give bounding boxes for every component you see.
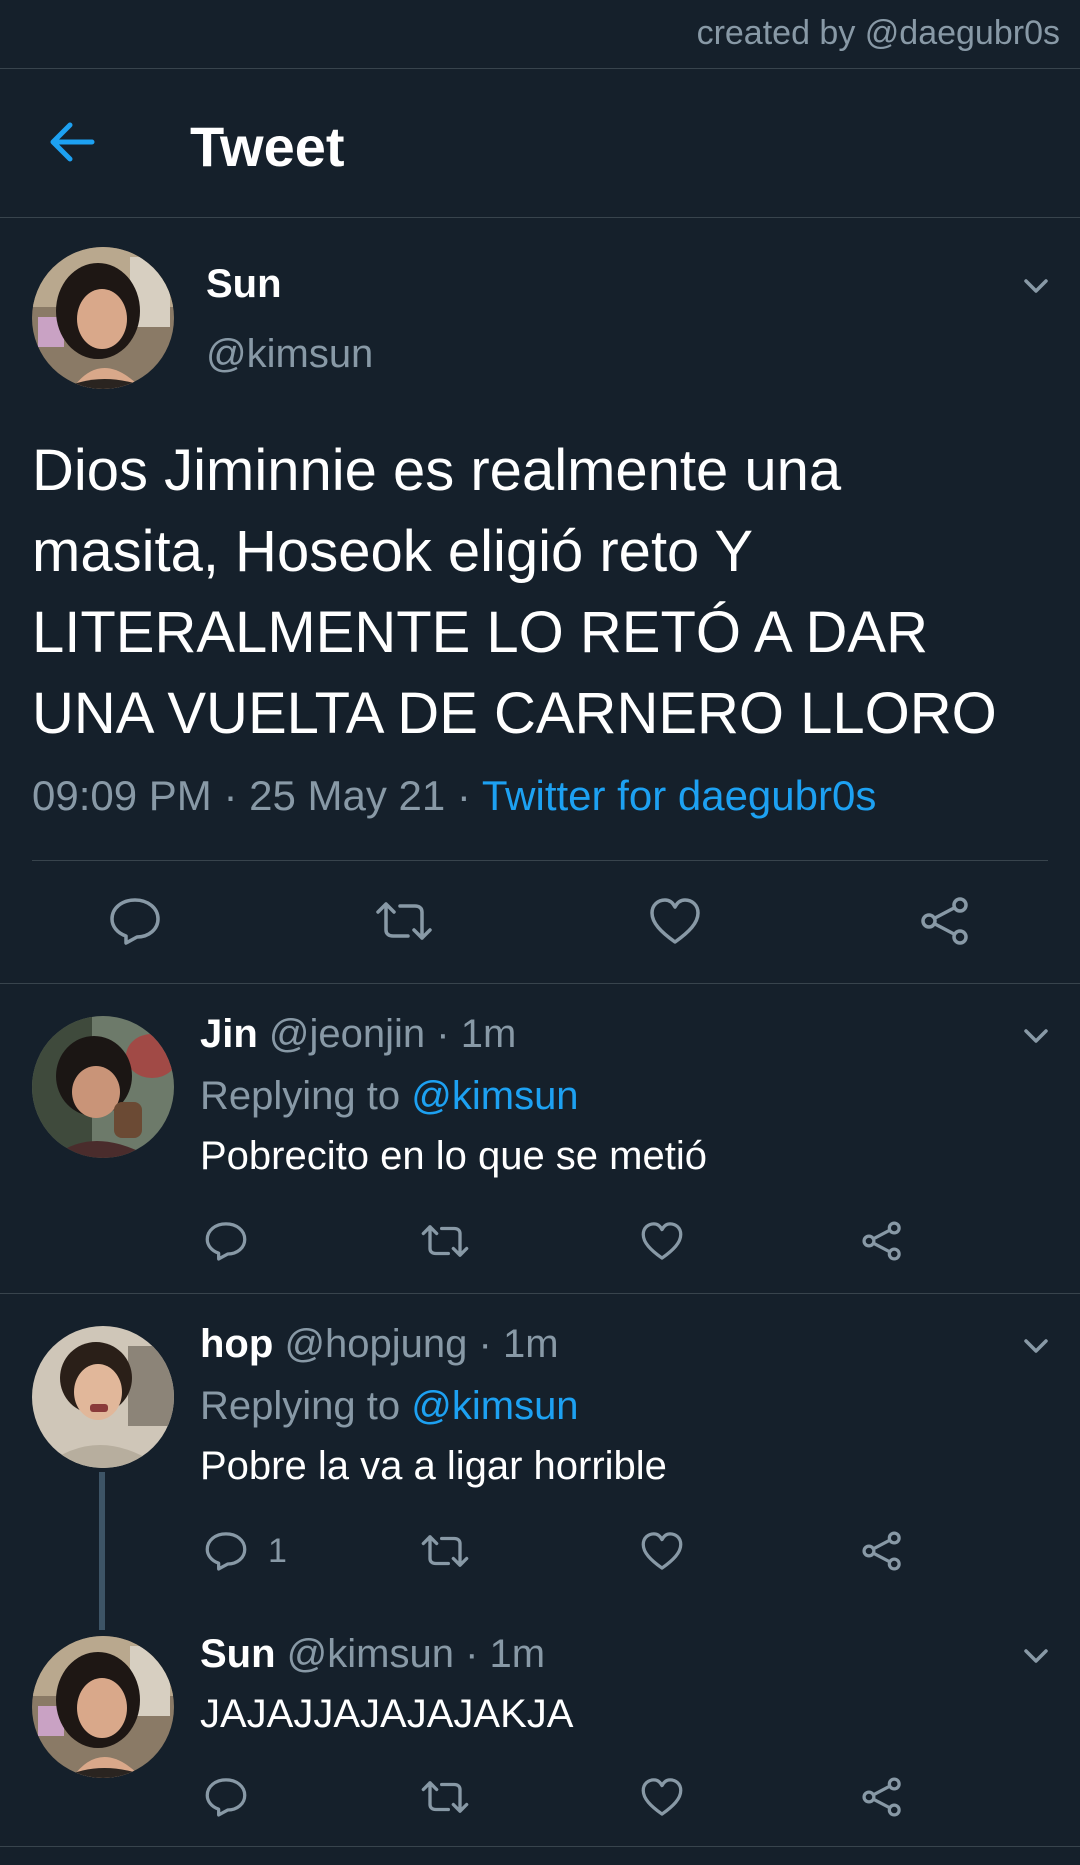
reply-time: · 1m — [478, 1322, 559, 1366]
tweet-source-link[interactable]: Twitter for daegubr0s — [482, 772, 877, 819]
heart-icon — [641, 1532, 683, 1570]
replying-to-link[interactable]: @kimsun — [411, 1074, 578, 1118]
reply-time: · 1m — [465, 1632, 546, 1676]
avatar[interactable] — [32, 247, 174, 389]
reply-text: Pobrecito en lo que se metió — [200, 1134, 707, 1178]
reply-button[interactable] — [204, 1220, 248, 1262]
retweet-icon — [421, 1225, 469, 1257]
retweet-button[interactable] — [420, 1530, 470, 1572]
author-name[interactable]: hop — [200, 1322, 273, 1366]
thread-line — [99, 1472, 105, 1630]
chevron-down-icon — [1024, 1649, 1048, 1663]
like-button[interactable] — [648, 896, 702, 946]
reply-icon — [205, 1532, 247, 1571]
reply-icon — [205, 1222, 247, 1261]
retweet-button[interactable] — [420, 1220, 470, 1262]
author-name[interactable]: Sun — [206, 262, 282, 307]
author-handle[interactable]: @kimsun — [206, 332, 373, 377]
replying-to: Replying to @kimsun — [200, 1384, 579, 1429]
divider — [0, 983, 1080, 984]
like-button[interactable] — [640, 1220, 684, 1262]
more-options-button[interactable] — [1016, 1326, 1056, 1366]
header: Tweet — [0, 70, 1080, 218]
more-options-button[interactable] — [1016, 1016, 1056, 1056]
reply-header: hop @hopjung · 1m — [200, 1322, 559, 1367]
retweet-icon — [376, 902, 432, 940]
divider — [0, 1293, 1080, 1294]
reply-time: · 1m — [436, 1012, 517, 1056]
avatar[interactable] — [32, 1326, 174, 1468]
retweet-icon — [421, 1535, 469, 1567]
divider — [0, 217, 1080, 218]
arrow-left-icon — [50, 122, 95, 162]
heart-icon — [641, 1778, 683, 1816]
share-button[interactable] — [860, 1776, 904, 1818]
meta-separator: · — [211, 772, 250, 819]
page-title: Tweet — [190, 115, 345, 178]
replying-to: Replying to @kimsun — [200, 1074, 579, 1119]
divider — [32, 860, 1048, 861]
author-name[interactable]: Jin — [200, 1012, 258, 1056]
tweet-date: 25 May 21 — [249, 772, 446, 819]
reply-button[interactable] — [108, 896, 162, 946]
retweet-button[interactable] — [420, 1776, 470, 1818]
reply-count: 1 — [268, 1532, 287, 1570]
avatar[interactable] — [32, 1636, 174, 1778]
share-button[interactable] — [918, 896, 972, 946]
chevron-down-icon — [1024, 1029, 1048, 1043]
tweet-time: 09:09 PM — [32, 772, 212, 819]
replying-to-link[interactable]: @kimsun — [411, 1384, 578, 1428]
retweet-button[interactable] — [374, 896, 434, 946]
reply-text: Pobre la va a ligar horrible — [200, 1444, 667, 1488]
like-button[interactable] — [640, 1776, 684, 1818]
reply-header: Sun @kimsun · 1m — [200, 1632, 545, 1677]
divider — [0, 68, 1080, 69]
share-button[interactable] — [860, 1530, 904, 1572]
reply-icon — [110, 898, 160, 945]
chevron-down-icon — [1024, 1339, 1048, 1353]
like-button[interactable] — [640, 1530, 684, 1572]
author-handle[interactable]: @kimsun — [287, 1632, 454, 1676]
heart-icon — [641, 1222, 683, 1260]
meta-separator: · — [445, 772, 482, 819]
author-name[interactable]: Sun — [200, 1632, 276, 1676]
tweet-text: Dios Jiminnie es realmente una masita, H… — [32, 438, 997, 746]
replying-to-label: Replying to — [200, 1384, 401, 1428]
share-icon — [921, 897, 968, 945]
share-icon — [862, 1531, 901, 1571]
more-options-button[interactable] — [1016, 1636, 1056, 1676]
reply-button[interactable] — [204, 1776, 248, 1818]
tweet-meta: 09:09 PM · 25 May 21 · Twitter for daegu… — [32, 772, 876, 820]
share-icon — [862, 1777, 901, 1817]
watermark: created by @daegubr0s — [696, 14, 1060, 52]
reply-button[interactable] — [204, 1530, 248, 1572]
share-button[interactable] — [860, 1220, 904, 1262]
replying-to-label: Replying to — [200, 1074, 401, 1118]
more-options-button[interactable] — [1016, 266, 1056, 306]
retweet-icon — [421, 1781, 469, 1813]
reply-header: Jin @jeonjin · 1m — [200, 1012, 516, 1057]
divider — [0, 1846, 1080, 1847]
reply-icon — [205, 1778, 247, 1817]
back-button[interactable] — [44, 116, 104, 168]
share-icon — [862, 1221, 901, 1261]
author-handle[interactable]: @hopjung — [284, 1322, 467, 1366]
avatar[interactable] — [32, 1016, 174, 1158]
heart-icon — [650, 898, 700, 944]
chevron-down-icon — [1024, 279, 1048, 293]
reply-text: JAJAJJAJAJAJAKJA — [200, 1692, 574, 1736]
author-handle[interactable]: @jeonjin — [269, 1012, 425, 1056]
